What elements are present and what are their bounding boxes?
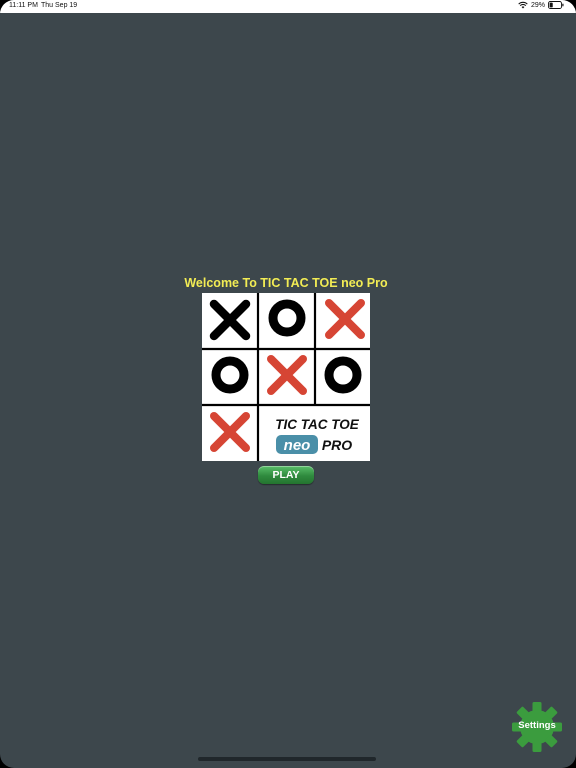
o-black-icon: [211, 356, 249, 394]
game-logo: TIC TAC TOE neo PRO: [202, 293, 370, 461]
app-screen: 11:11 PM Thu Sep 19 29% Welcome To TIC T…: [0, 0, 576, 768]
status-time: 11:11 PM: [9, 2, 38, 9]
logo-title-text: TIC TAC TOE: [275, 417, 359, 432]
battery-icon: [548, 1, 564, 9]
battery-percent: 29%: [530, 1, 545, 9]
x-red-icon: [210, 412, 250, 452]
x-black-icon: [209, 299, 251, 341]
settings-button[interactable]: Settings: [512, 702, 562, 752]
status-right-group: 29%: [518, 1, 564, 9]
status-date: Thu Sep 19: [41, 2, 78, 9]
status-bar: 11:11 PM Thu Sep 19 29%: [0, 0, 576, 13]
welcome-title: Welcome To TIC TAC TOE neo Pro: [184, 276, 388, 290]
logo-badge-text: neo: [284, 437, 311, 454]
logo-pro-text: PRO: [322, 437, 352, 453]
x-red-icon: [325, 299, 365, 339]
wifi-icon: [518, 1, 528, 9]
play-button[interactable]: PLAY: [258, 466, 314, 484]
settings-label: Settings: [518, 720, 556, 731]
x-red-icon: [267, 355, 307, 395]
o-black-icon: [324, 356, 362, 394]
o-black-icon: [268, 299, 306, 337]
home-indicator[interactable]: [198, 757, 376, 761]
